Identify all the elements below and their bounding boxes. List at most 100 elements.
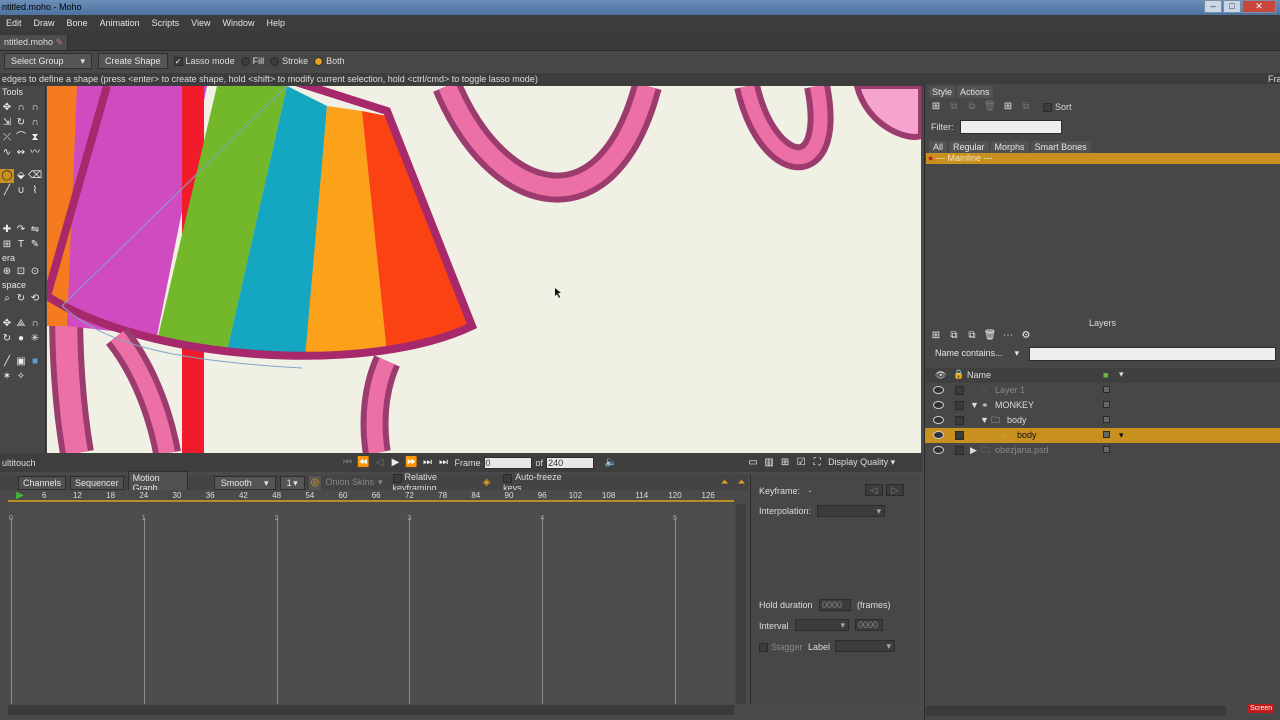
layer-row[interactable]: ▼ ⚭ MONKEY [925, 398, 1280, 413]
subtab-smart-bones[interactable]: Smart Bones [1030, 141, 1091, 153]
prev-key-icon[interactable]: ◁ [373, 456, 387, 470]
wave-icon[interactable]: 〰 [28, 146, 42, 160]
total-frames-input[interactable]: 240 [546, 456, 595, 469]
blue-square-icon[interactable]: ■ [28, 355, 42, 369]
expand-arrow-icon[interactable]: ▼ [970, 398, 979, 413]
color-swatch[interactable] [1103, 401, 1110, 408]
insert-action-icon[interactable]: ⊞ [1001, 100, 1015, 114]
eye-icon[interactable] [933, 386, 944, 394]
menu-draw[interactable]: Draw [28, 18, 61, 28]
delete-action-icon[interactable]: 🗑 [983, 100, 997, 114]
bend-icon[interactable]: ⌒ [14, 131, 28, 145]
tab-channels[interactable]: Channels [18, 475, 67, 490]
stroke-radio[interactable]: Stroke [270, 56, 308, 67]
collapse-up-icon[interactable]: ⏶ [718, 476, 731, 490]
step-back-icon[interactable]: ⏪ [357, 456, 371, 470]
eye-icon[interactable] [933, 416, 944, 424]
playhead-icon[interactable]: ▶ [16, 490, 24, 501]
menu-animation[interactable]: Animation [94, 18, 146, 28]
rename-action-icon[interactable]: ⧉ [965, 100, 979, 114]
rotate-layer-icon[interactable]: ↷ [14, 223, 28, 237]
more-options-icon[interactable]: ⋯ [1001, 329, 1015, 343]
eraser-icon[interactable]: ⌫ [28, 169, 42, 183]
rotate-icon[interactable]: ↻ [14, 116, 28, 130]
fill-radio[interactable]: Fill [240, 56, 264, 67]
speaker-icon[interactable]: 🔈 [604, 456, 618, 470]
sort-checkbox[interactable]: Sort [1043, 102, 1072, 113]
bone-rotate-icon[interactable]: ↻ [0, 332, 14, 346]
select-group-button[interactable]: Select Group ▾ [4, 53, 92, 69]
layers-horizontal-scrollbar[interactable] [926, 706, 1226, 716]
zoom-workspace-icon[interactable]: ⌕ [0, 292, 14, 306]
switch-icon[interactable]: ⊞ [0, 238, 14, 252]
layer-search-input[interactable] [1029, 347, 1276, 361]
perspective-icon[interactable]: ⧗ [28, 131, 42, 145]
timeline-ruler[interactable]: ▶ 06121824303642485460667278849096102108… [8, 490, 734, 502]
onion-skins-dropdown[interactable]: Onion Skins ▾ [325, 477, 382, 488]
color-swatch[interactable] [1103, 431, 1110, 438]
document-tab[interactable]: ntitled.moho ✎ [0, 35, 69, 50]
duplicate-layer-icon[interactable]: ⧉ [947, 329, 961, 343]
curvature-icon[interactable]: ∩ [14, 101, 28, 115]
sparkle-icon[interactable]: ✧ [14, 370, 28, 384]
step-forward-icon[interactable]: ⏩ [405, 456, 419, 470]
lasso-icon[interactable]: ◯ [0, 169, 14, 183]
bone-circle-icon[interactable]: ● [14, 332, 28, 346]
timeline-horizontal-scrollbar[interactable] [8, 705, 734, 715]
single-view-icon[interactable]: ▭ [746, 456, 760, 470]
layer-row[interactable]: ▶ 🗀 obezjana.psd [925, 443, 1280, 458]
color-swatch[interactable] [1103, 416, 1110, 423]
duplicate-action-icon[interactable]: ⧉ [947, 100, 961, 114]
noise-icon[interactable]: ∿ [0, 146, 14, 160]
menu-edit[interactable]: Edit [0, 18, 28, 28]
tab-style[interactable]: Style [929, 86, 956, 98]
track-camera-icon[interactable]: ⊕ [0, 265, 14, 279]
layer-settings-icon[interactable]: ⚙ [1019, 329, 1033, 343]
copy-layer-icon[interactable]: ⧉ [965, 329, 979, 343]
layer-row[interactable]: ▼ 🗀 body [925, 413, 1280, 428]
menu-window[interactable]: Window [216, 18, 260, 28]
tab-actions[interactable]: Actions [957, 86, 993, 98]
subtab-all[interactable]: All [929, 141, 948, 153]
play-icon[interactable]: ▶ [389, 456, 403, 470]
pencil-icon[interactable]: ✎ [28, 238, 42, 252]
bone-add-icon[interactable]: ⟁ [14, 317, 28, 331]
lock-toggle[interactable] [955, 446, 964, 455]
subtab-regular[interactable]: Regular [949, 141, 989, 153]
text-tool-icon[interactable]: T [14, 238, 28, 252]
color-swatch[interactable] [1103, 446, 1110, 453]
frame-input[interactable]: 0 [483, 456, 532, 469]
color-swatch[interactable] [1103, 386, 1110, 393]
rotate-workspace-icon[interactable]: ↻ [14, 292, 28, 306]
lock-toggle[interactable] [955, 386, 964, 395]
rewind-icon[interactable]: ⏮ [341, 456, 355, 470]
mountain-icon[interactable]: ⏶ [735, 476, 748, 490]
collapse-arrow-icon[interactable]: ▶ [970, 443, 977, 458]
interval-input[interactable]: 0000 [855, 619, 883, 631]
timeline-vertical-scrollbar[interactable] [736, 504, 746, 704]
curve-profile-icon[interactable]: ∪ [14, 184, 28, 198]
magnet-icon[interactable]: ∩ [28, 116, 42, 130]
menu-help[interactable]: Help [260, 18, 291, 28]
flip-icon[interactable]: ⇋ [28, 223, 42, 237]
mainline-row[interactable]: ● --- Mainline --- [926, 153, 1280, 164]
step-select[interactable]: 1 ▾ [279, 475, 305, 490]
quad-view-icon[interactable]: ⊞ [778, 456, 792, 470]
name-filter-dropdown[interactable]: Name contains... ▾ [929, 347, 1026, 361]
new-action-icon[interactable]: ⊞ [929, 100, 943, 114]
hold-duration-input[interactable]: 0000 [819, 599, 851, 611]
eye-icon[interactable] [933, 401, 944, 409]
tab-sequencer[interactable]: Sequencer [70, 475, 124, 490]
interpolation-select[interactable]: Smooth ▾ [213, 475, 276, 490]
layer-row[interactable]: ◌ Layer 1 [925, 383, 1280, 398]
reference-action-icon[interactable]: ⧉ [1019, 100, 1033, 114]
lock-toggle[interactable] [955, 431, 964, 440]
split-view-icon[interactable]: ▥ [762, 456, 776, 470]
lock-toggle[interactable] [955, 416, 964, 425]
stagger-checkbox[interactable]: Stagger [759, 642, 803, 653]
bone-strength-icon[interactable]: ∩ [28, 317, 42, 331]
bone-manipulate-icon[interactable]: ✳ [28, 332, 42, 346]
canvas-viewport[interactable] [47, 86, 921, 453]
shear-icon[interactable]: ⤫ [0, 131, 14, 145]
delete-layer-icon[interactable]: 🗑 [983, 329, 997, 343]
